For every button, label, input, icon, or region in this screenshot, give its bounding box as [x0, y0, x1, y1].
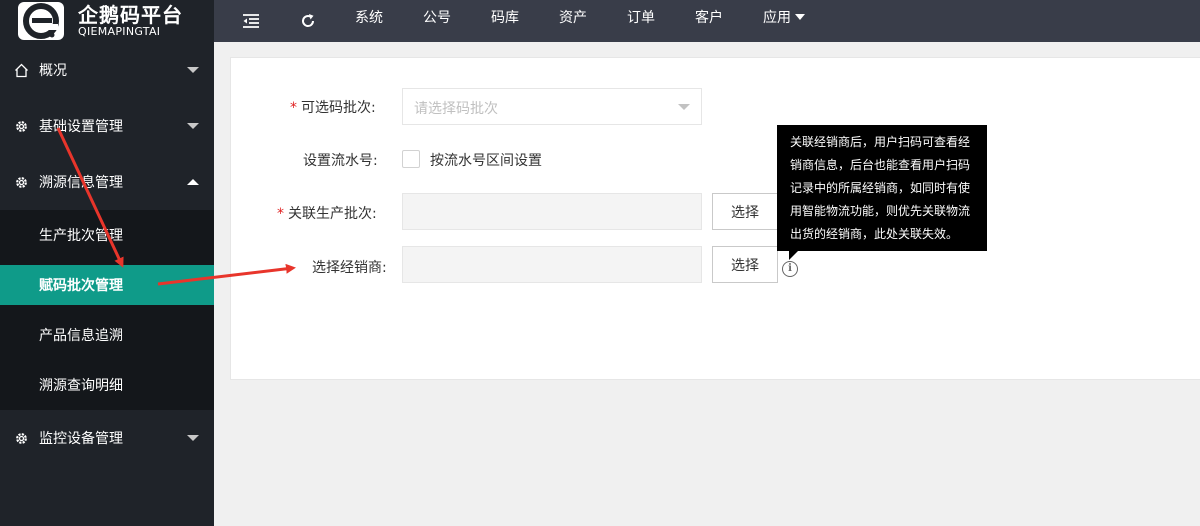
- gear-icon: [13, 174, 29, 190]
- nav-official-account[interactable]: 公号: [423, 0, 451, 36]
- refresh-icon[interactable]: [296, 9, 320, 33]
- code-batch-placeholder: 请选择码批次: [414, 101, 498, 117]
- chevron-up-icon: [187, 179, 199, 185]
- chevron-down-icon: [187, 123, 199, 129]
- sidebar-item-basic-settings[interactable]: 基础设置管理: [0, 98, 214, 154]
- info-icon[interactable]: i: [782, 261, 798, 277]
- serial-label: 设置流水号:: [303, 153, 378, 169]
- select-dealer-button[interactable]: 选择: [712, 246, 778, 283]
- required-mark: *: [290, 100, 297, 116]
- sidebar-item-label: 监控设备管理: [39, 431, 123, 447]
- code-batch-select[interactable]: 请选择码批次: [402, 88, 702, 125]
- trace-submenu: 生产批次管理 赋码批次管理 产品信息追溯 溯源查询明细: [0, 210, 214, 410]
- dealer-tooltip: 关联经销商后，用户扫码可查看经销商信息，后台也能查看用户扫码记录中的所属经销商，…: [777, 125, 987, 251]
- nav-assets[interactable]: 资产: [559, 0, 587, 36]
- sidebar-item-overview[interactable]: 概况: [0, 42, 214, 98]
- sidebar-subitem-query-detail[interactable]: 溯源查询明细: [0, 365, 214, 405]
- chevron-down-icon: [678, 104, 690, 110]
- sidebar: 企鹅码平台 QIEMAPINGTAI 概况 基础设置管理 溯源信息管理 生产批次…: [0, 0, 214, 526]
- chevron-down-icon: [187, 67, 199, 73]
- home-icon: [13, 62, 29, 78]
- sidebar-subitem-label: 生产批次管理: [39, 228, 123, 244]
- select-production-batch-button[interactable]: 选择: [712, 193, 778, 230]
- sidebar-subitem-product-trace[interactable]: 产品信息追溯: [0, 315, 214, 355]
- sidebar-item-label: 基础设置管理: [39, 119, 123, 135]
- production-batch-input[interactable]: [402, 193, 702, 230]
- nav-system[interactable]: 系统: [355, 0, 383, 36]
- dealer-label: 选择经销商:: [312, 260, 387, 276]
- caret-down-icon: [795, 14, 805, 20]
- sidebar-item-trace-info[interactable]: 溯源信息管理: [0, 154, 214, 210]
- nav-orders[interactable]: 订单: [627, 0, 655, 36]
- sidebar-item-label: 溯源信息管理: [39, 175, 123, 191]
- dealer-input[interactable]: [402, 246, 702, 283]
- chevron-down-icon: [187, 435, 199, 441]
- tooltip-arrow: [789, 251, 798, 260]
- code-batch-label: * 可选码批次:: [290, 97, 376, 117]
- nav-apps[interactable]: 应用: [763, 0, 805, 36]
- logo-name-cn: 企鹅码平台: [78, 3, 183, 27]
- production-batch-label-text: 关联生产批次:: [288, 206, 377, 222]
- sidebar-subitem-label: 赋码批次管理: [39, 278, 123, 294]
- gear-icon: [13, 430, 29, 446]
- required-mark: *: [277, 206, 284, 222]
- gear-icon: [13, 118, 29, 134]
- serial-range-checkbox[interactable]: [402, 150, 420, 168]
- indent-icon[interactable]: [239, 9, 263, 33]
- top-navbar: 系统 公号 码库 资产 订单 客户 应用: [214, 0, 1200, 42]
- logo[interactable]: 企鹅码平台 QIEMAPINGTAI: [0, 0, 214, 42]
- sidebar-item-monitor-device[interactable]: 监控设备管理: [0, 410, 214, 466]
- logo-icon: [18, 2, 64, 40]
- sidebar-subitem-coding-batch[interactable]: 赋码批次管理: [0, 265, 214, 305]
- logo-text: 企鹅码平台 QIEMAPINGTAI: [78, 4, 183, 38]
- sidebar-item-label: 概况: [39, 63, 67, 79]
- code-batch-label-text: 可选码批次:: [301, 100, 376, 116]
- nav-code-library[interactable]: 码库: [491, 0, 519, 36]
- logo-name-en: QIEMAPINGTAI: [78, 25, 161, 38]
- sidebar-subitem-label: 产品信息追溯: [39, 328, 123, 344]
- nav-apps-label: 应用: [763, 10, 791, 26]
- production-batch-label: * 关联生产批次:: [277, 203, 377, 223]
- serial-range-checkbox-label[interactable]: 按流水号区间设置: [430, 150, 542, 170]
- sidebar-subitem-production-batch[interactable]: 生产批次管理: [0, 215, 214, 255]
- sidebar-subitem-label: 溯源查询明细: [39, 378, 123, 394]
- nav-customers[interactable]: 客户: [695, 0, 723, 36]
